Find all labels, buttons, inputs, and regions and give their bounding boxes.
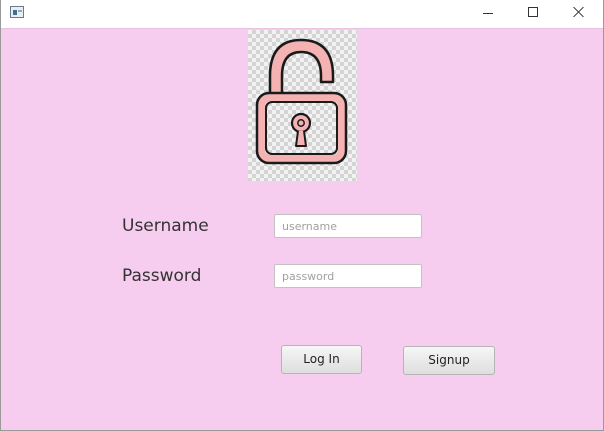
username-label: Username [122, 216, 209, 236]
close-button[interactable] [557, 0, 603, 28]
minimize-icon [483, 13, 493, 14]
password-field[interactable] [274, 264, 422, 288]
signup-button[interactable]: Signup [403, 346, 495, 375]
login-button[interactable]: Log In [281, 345, 362, 374]
close-icon [573, 6, 585, 18]
title-bar[interactable] [1, 0, 603, 28]
maximize-button[interactable] [511, 0, 557, 28]
minimize-button[interactable] [465, 0, 511, 28]
password-label: Password [122, 266, 202, 286]
lock-image [248, 30, 357, 181]
padlock-icon [255, 38, 348, 165]
username-field[interactable] [274, 214, 422, 238]
app-window: Username Password Log In Signup [0, 0, 604, 431]
login-panel: Username Password Log In Signup [1, 28, 603, 430]
app-icon[interactable] [10, 6, 24, 18]
maximize-icon [528, 7, 538, 17]
